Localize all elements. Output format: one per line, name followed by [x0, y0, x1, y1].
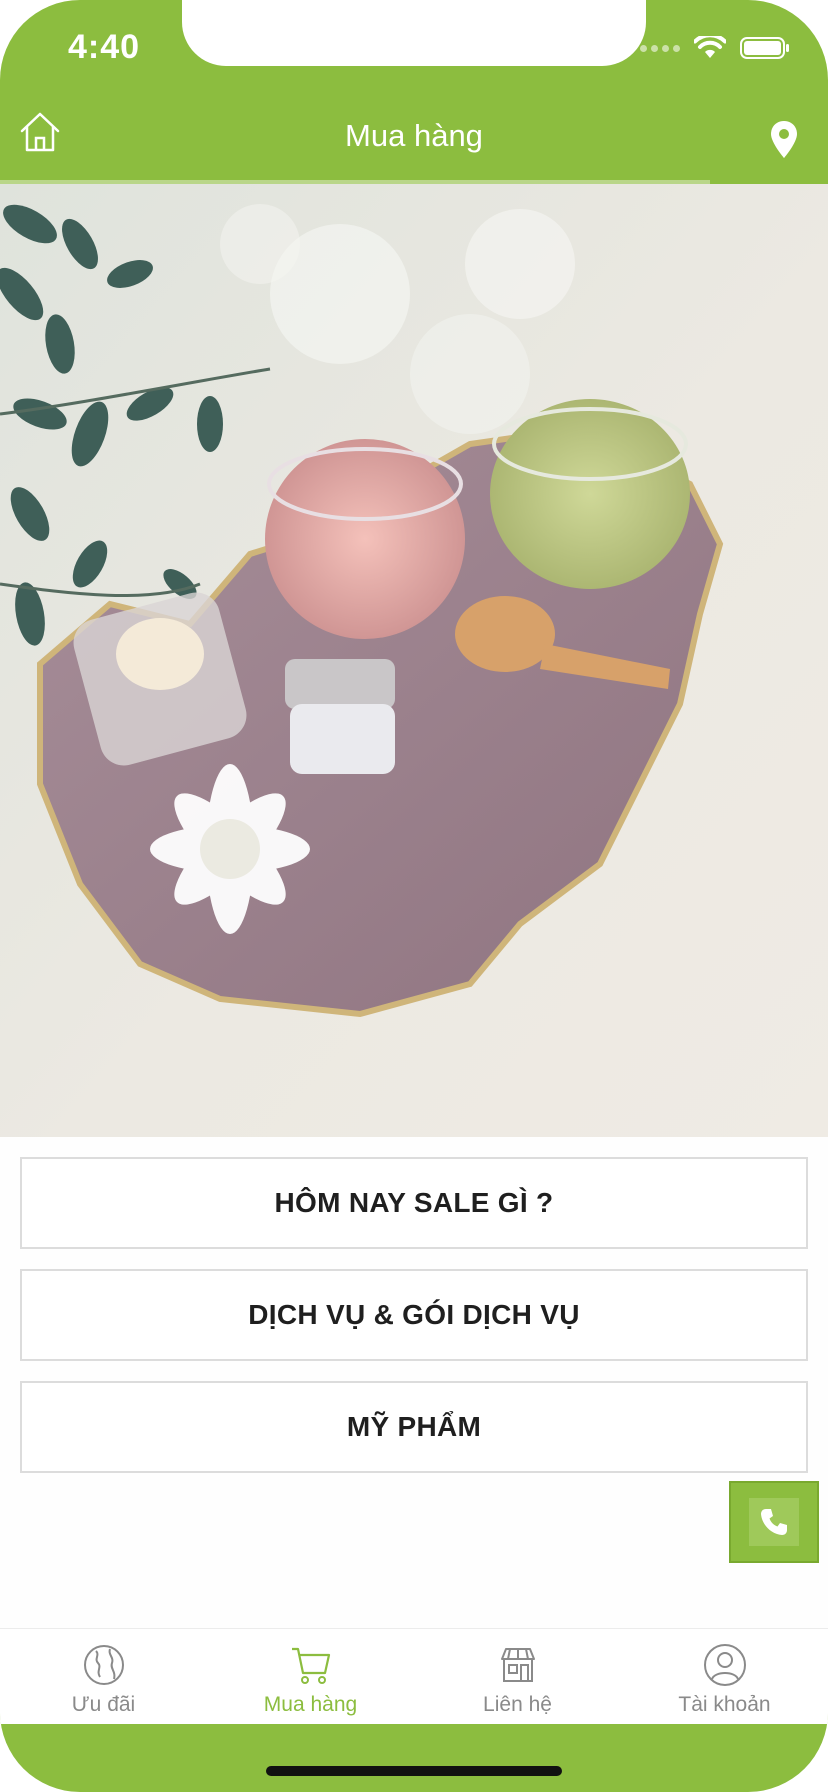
globe-icon — [83, 1645, 124, 1685]
location-pin-icon — [771, 121, 797, 158]
tab-account[interactable]: Tài khoản — [621, 1629, 828, 1724]
cart-icon — [291, 1647, 330, 1684]
status-time: 4:40 — [68, 28, 141, 66]
status-icons — [640, 36, 790, 60]
tab-contact[interactable]: Liên hệ — [414, 1629, 621, 1724]
user-icon — [703, 1644, 746, 1686]
hero-image — [0, 184, 828, 1137]
tab-contact-label: Liên hệ — [483, 1693, 552, 1716]
location-button[interactable] — [770, 120, 798, 160]
battery-icon — [740, 37, 789, 59]
phone-icon — [761, 1509, 787, 1535]
bottom-tab-bar: Ưu đãi Mua hàng Liên hệ Tài khoản — [0, 1628, 828, 1724]
call-button[interactable] — [729, 1481, 819, 1563]
tab-account-label: Tài khoản — [678, 1693, 771, 1716]
nav-header: Mua hàng — [0, 100, 828, 184]
spa-products-photo — [0, 184, 828, 1137]
page-title: Mua hàng — [345, 118, 483, 153]
tab-offers-label: Ưu đãi — [71, 1693, 136, 1716]
tab-offers[interactable]: Ưu đãi — [0, 1629, 207, 1724]
wifi-icon — [694, 36, 726, 58]
status-bar: 4:40 — [0, 0, 828, 100]
device-notch — [182, 0, 646, 66]
home-indicator — [266, 1766, 562, 1776]
store-icon — [500, 1648, 535, 1682]
phone-frame: 4:40 Mua hàng HÔM NAY SALE GÌ ? DỊCH VỤ … — [0, 0, 828, 1792]
call-button-inner — [749, 1498, 799, 1546]
tab-shopping[interactable]: Mua hàng — [207, 1629, 414, 1724]
menu-button-cosmetics[interactable]: MỸ PHẨM — [20, 1381, 808, 1473]
signal-icon — [640, 44, 680, 52]
tab-shopping-label: Mua hàng — [263, 1693, 358, 1716]
menu-button-sale-today[interactable]: HÔM NAY SALE GÌ ? — [20, 1157, 808, 1249]
menu-button-services[interactable]: DỊCH VỤ & GÓI DỊCH VỤ — [20, 1269, 808, 1361]
